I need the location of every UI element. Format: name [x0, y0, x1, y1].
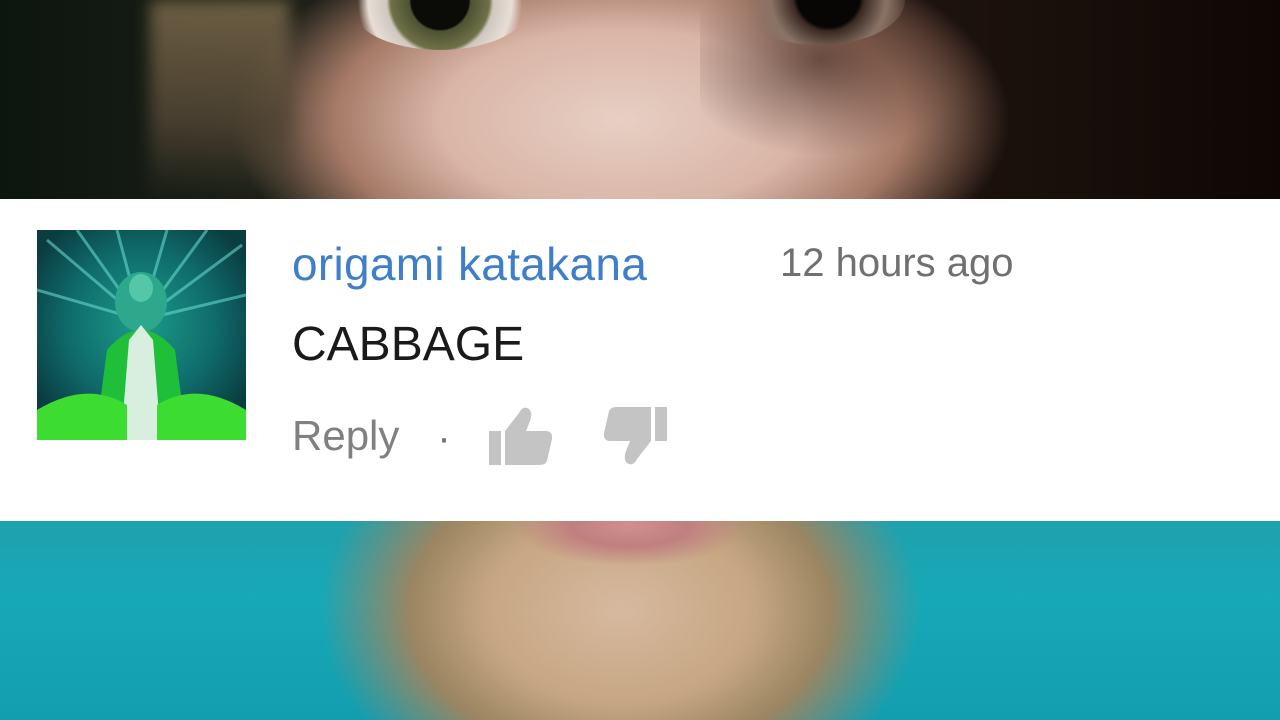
left-eye [350, 0, 530, 50]
action-separator: · [437, 415, 451, 460]
comment-card: origami katakana 12 hours ago CABBAGE Re… [0, 199, 1280, 521]
peacock-avatar[interactable] [37, 230, 246, 440]
like-button[interactable] [488, 405, 553, 467]
dislike-button[interactable] [603, 405, 667, 467]
comment-timestamp[interactable]: 12 hours ago [780, 241, 1014, 286]
peacock-avatar-image [37, 230, 246, 440]
face-upper-photo [0, 0, 1280, 200]
comment-author[interactable]: origami katakana [292, 237, 647, 291]
thumbs-up-icon [488, 407, 552, 465]
comment-text: CABBAGE [292, 318, 525, 371]
thumbs-down-icon [603, 407, 667, 465]
hair-region [150, 0, 290, 200]
comment-actions: Reply · [292, 404, 667, 468]
lips-region [515, 520, 745, 570]
reply-button[interactable]: Reply [292, 412, 399, 460]
face-lower-photo [0, 520, 1280, 720]
